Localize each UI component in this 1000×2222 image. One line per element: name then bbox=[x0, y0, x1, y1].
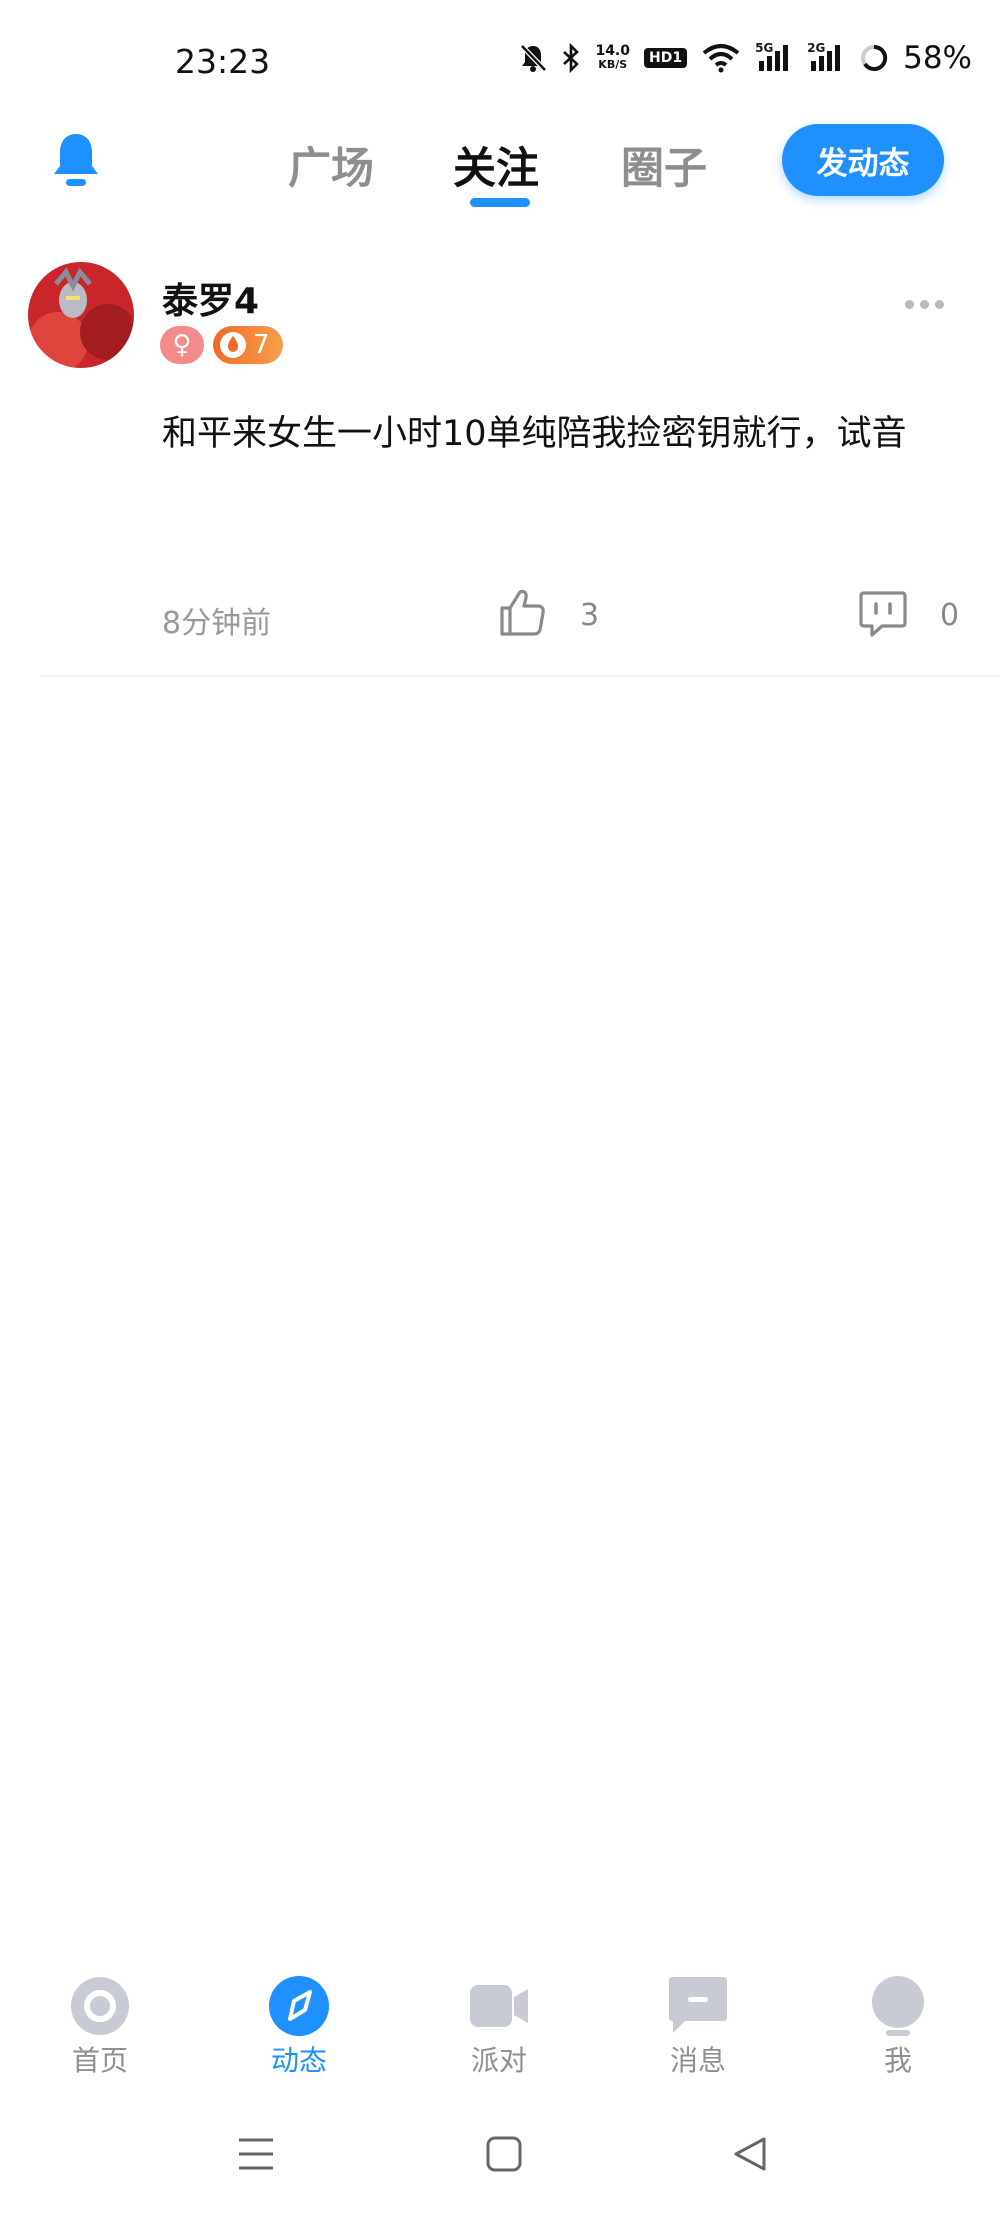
female-icon: ♀ bbox=[172, 330, 192, 360]
active-tab-indicator bbox=[470, 198, 530, 207]
thumbs-up-icon[interactable] bbox=[498, 586, 546, 638]
battery-ring-icon bbox=[861, 44, 888, 71]
bluetooth-icon bbox=[563, 43, 580, 73]
more-options-icon[interactable] bbox=[905, 300, 944, 309]
home-square-icon[interactable] bbox=[486, 2136, 522, 2172]
tab-circles[interactable]: 圈子 bbox=[621, 134, 707, 196]
message-icon bbox=[669, 1977, 727, 2033]
signal-sim2: 2G bbox=[807, 41, 845, 73]
wifi-icon bbox=[702, 44, 740, 73]
signal-bars-icon bbox=[811, 45, 841, 71]
post-content: 和平来女生一小时10单纯陪我捡密钥就行，试音 bbox=[162, 414, 907, 454]
nav-messages[interactable]: 消息 bbox=[638, 1975, 758, 2079]
nav-feed[interactable]: 动态 bbox=[239, 1975, 359, 2079]
tab-following[interactable]: 关注 bbox=[453, 134, 539, 196]
post-timestamp: 8分钟前 bbox=[162, 606, 272, 641]
nav-label-feed: 动态 bbox=[270, 2044, 327, 2077]
signal-bars-icon bbox=[759, 45, 789, 71]
like-count: 3 bbox=[580, 598, 600, 633]
hd-badge: HD1 bbox=[644, 48, 688, 68]
network-speed: 14.0 KB/S bbox=[595, 43, 630, 71]
comment-icon[interactable] bbox=[858, 589, 908, 639]
tab-plaza[interactable]: 广场 bbox=[288, 134, 374, 196]
level-flame-icon bbox=[220, 332, 246, 358]
signal-sim1: 5G bbox=[755, 41, 793, 73]
home-icon bbox=[71, 1977, 129, 2035]
back-triangle-icon[interactable] bbox=[732, 2136, 768, 2172]
compass-icon bbox=[269, 1976, 329, 2036]
comment-count: 0 bbox=[940, 598, 960, 633]
menu-icon[interactable] bbox=[237, 2136, 275, 2172]
mute-bell-icon bbox=[520, 44, 548, 72]
nav-label-profile: 我 bbox=[883, 2044, 912, 2077]
status-time: 23:23 bbox=[175, 42, 271, 81]
notification-bell-icon[interactable] bbox=[48, 130, 104, 190]
level-badge: 7 bbox=[213, 326, 283, 364]
status-icons: 14.0 KB/S HD1 5G 2G 58% bbox=[519, 40, 972, 76]
nav-party[interactable]: 派对 bbox=[439, 1975, 559, 2079]
nav-label-messages: 消息 bbox=[669, 2044, 726, 2077]
profile-icon bbox=[872, 1976, 924, 2036]
nav-label-home: 首页 bbox=[71, 2044, 128, 2077]
level-number: 7 bbox=[253, 330, 270, 360]
avatar-image bbox=[28, 262, 134, 368]
avatar[interactable] bbox=[28, 262, 134, 368]
nav-profile[interactable]: 我 bbox=[838, 1975, 958, 2079]
create-post-button[interactable]: 发动态 bbox=[782, 124, 944, 196]
gender-badge: ♀ bbox=[160, 326, 204, 364]
nav-label-party: 派对 bbox=[470, 2044, 527, 2077]
username[interactable]: 泰罗4 bbox=[162, 272, 259, 324]
video-camera-icon bbox=[470, 1985, 528, 2027]
battery-percent: 58% bbox=[903, 40, 972, 76]
nav-home[interactable]: 首页 bbox=[40, 1975, 160, 2079]
card-divider bbox=[40, 675, 1000, 677]
